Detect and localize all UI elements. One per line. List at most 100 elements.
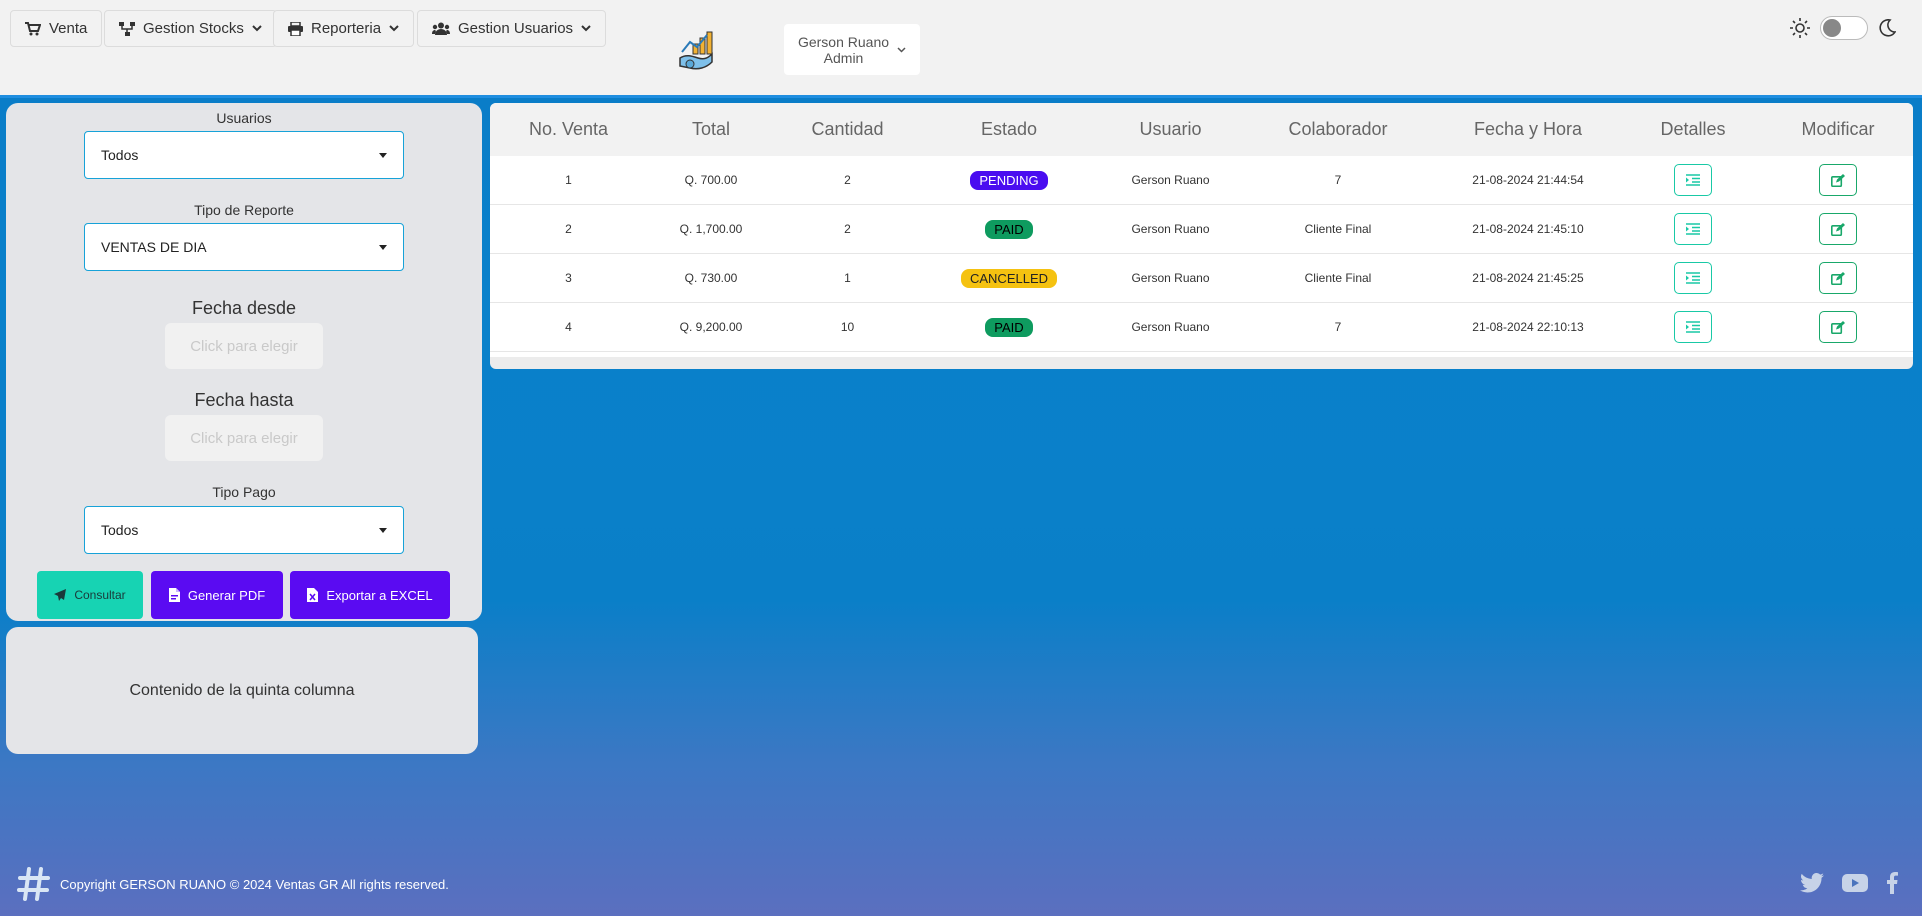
modificar-button[interactable] <box>1819 213 1857 245</box>
status-badge: PENDING <box>970 170 1048 190</box>
cell-cantidad: 2 <box>844 222 851 236</box>
cell-colaborador: 7 <box>1334 320 1342 334</box>
exportar-excel-button[interactable]: Exportar a EXCEL <box>290 571 450 619</box>
edit-icon <box>1831 222 1845 236</box>
social-links <box>1800 872 1898 894</box>
chevron-down-icon <box>389 25 399 32</box>
generar-pdf-button[interactable]: Generar PDF <box>151 571 283 619</box>
cell-modificar <box>1763 213 1913 245</box>
list-indent-icon <box>1686 223 1700 235</box>
cell-cantidad: 10 <box>840 320 855 334</box>
usuarios-label: Usuarios <box>216 110 272 126</box>
cell-total: Q. 9,200.00 <box>679 320 743 334</box>
nav-gestion-usuarios-button[interactable]: Gestion Usuarios <box>417 10 607 47</box>
status-badge: PAID <box>985 317 1033 337</box>
column-header[interactable]: Modificar <box>1763 119 1913 140</box>
modificar-button[interactable] <box>1819 262 1857 294</box>
printer-icon <box>288 21 303 36</box>
sitemap-icon <box>119 21 135 36</box>
caret-down-icon <box>379 527 387 533</box>
app-logo[interactable] <box>678 28 722 72</box>
cart-icon <box>25 21 41 35</box>
hashtag-logo-icon <box>17 867 50 901</box>
column-header[interactable]: No. Venta <box>490 119 647 140</box>
cell-fecha: 21-08-2024 22:10:13 <box>1472 320 1584 334</box>
cell-detalles <box>1623 262 1763 294</box>
column-header[interactable]: Detalles <box>1623 119 1763 140</box>
fecha-hasta-input[interactable]: Click para elegir <box>165 415 323 461</box>
detalles-button[interactable] <box>1674 164 1712 196</box>
list-indent-icon <box>1686 272 1700 284</box>
table-row: 3 Q. 730.00 1 CANCELLED Gerson Ruano Cli… <box>490 254 1913 303</box>
exportar-excel-label: Exportar a EXCEL <box>326 587 433 603</box>
theme-switcher <box>1790 16 1896 40</box>
table-row: 4 Q. 9,200.00 10 PAID Gerson Ruano 7 21-… <box>490 303 1913 352</box>
fifth-column-text: Contenido de la quinta columna <box>129 681 355 699</box>
modificar-button[interactable] <box>1819 311 1857 343</box>
fecha-desde-input[interactable]: Click para elegir <box>165 323 323 369</box>
caret-down-icon <box>379 244 387 250</box>
column-header[interactable]: Total <box>647 119 775 140</box>
detalles-button[interactable] <box>1674 213 1712 245</box>
usuarios-select[interactable]: Todos <box>84 131 404 179</box>
cell-detalles <box>1623 164 1763 196</box>
tipo-reporte-select[interactable]: VENTAS DE DIA <box>84 223 404 271</box>
column-header[interactable]: Usuario <box>1098 119 1243 140</box>
user-menu-dropdown[interactable]: Gerson Ruano Admin <box>784 24 920 75</box>
detalles-button[interactable] <box>1674 262 1712 294</box>
chevron-down-icon <box>897 46 906 53</box>
tipo-reporte-label: Tipo de Reporte <box>194 202 294 218</box>
table-row: 2 Q. 1,700.00 2 PAID Gerson Ruano Client… <box>490 205 1913 254</box>
consultar-button[interactable]: Consultar <box>37 571 143 619</box>
twitter-icon[interactable] <box>1800 873 1824 893</box>
cell-estado: PAID <box>920 219 1098 239</box>
cell-usuario: Gerson Ruano <box>1131 222 1210 236</box>
youtube-icon[interactable] <box>1842 874 1868 892</box>
detalles-button[interactable] <box>1674 311 1712 343</box>
column-header[interactable]: Colaborador <box>1243 119 1433 140</box>
facebook-icon[interactable] <box>1886 872 1898 894</box>
cell-no-venta: 3 <box>565 271 572 285</box>
theme-toggle[interactable] <box>1820 16 1868 40</box>
user-name: Gerson Ruano <box>797 33 890 50</box>
cell-modificar <box>1763 262 1913 294</box>
cell-usuario: Gerson Ruano <box>1131 173 1210 187</box>
usuarios-select-value: Todos <box>101 147 139 163</box>
tipo-pago-select[interactable]: Todos <box>84 506 404 554</box>
cell-total: Q. 700.00 <box>684 173 738 187</box>
fifth-column-panel: Contenido de la quinta columna <box>6 627 478 754</box>
cell-fecha: 21-08-2024 21:45:10 <box>1472 222 1584 236</box>
paper-plane-icon <box>54 589 67 601</box>
cell-no-venta: 1 <box>565 173 572 187</box>
nav-reporteria-button[interactable]: Reporteria <box>273 10 415 47</box>
cell-cantidad: 1 <box>844 271 851 285</box>
cell-colaborador: 7 <box>1334 173 1342 187</box>
cell-cantidad: 2 <box>844 173 851 187</box>
file-excel-icon <box>307 588 319 602</box>
users-icon <box>432 22 450 35</box>
list-indent-icon <box>1686 174 1700 186</box>
cell-fecha: 21-08-2024 21:45:25 <box>1472 271 1584 285</box>
cell-detalles <box>1623 213 1763 245</box>
top-navbar: Venta Gestion Stocks Reporteria Gestion … <box>0 0 1922 98</box>
nav-venta-button[interactable]: Venta <box>10 10 103 47</box>
cell-total: Q. 1,700.00 <box>679 222 743 236</box>
user-role: Admin <box>823 49 864 66</box>
moon-icon <box>1879 19 1896 37</box>
cell-fecha: 21-08-2024 21:44:54 <box>1472 173 1584 187</box>
column-header[interactable]: Estado <box>920 119 1098 140</box>
cell-estado: CANCELLED <box>920 268 1098 288</box>
modificar-button[interactable] <box>1819 164 1857 196</box>
tipo-pago-select-value: Todos <box>101 522 139 538</box>
nav-gestion-stocks-button[interactable]: Gestion Stocks <box>104 10 277 47</box>
cell-no-venta: 4 <box>565 320 572 334</box>
sun-icon <box>1790 18 1810 38</box>
table-header-row: No. Venta Total Cantidad Estado Usuario … <box>490 103 1913 156</box>
file-pdf-icon <box>168 588 180 602</box>
column-header[interactable]: Cantidad <box>775 119 920 140</box>
cell-estado: PAID <box>920 317 1098 337</box>
fecha-desde-label: Fecha desde <box>191 298 297 318</box>
column-header[interactable]: Fecha y Hora <box>1433 119 1623 140</box>
status-badge: CANCELLED <box>960 268 1058 288</box>
nav-gestion-stocks-label: Gestion Stocks <box>143 20 244 37</box>
